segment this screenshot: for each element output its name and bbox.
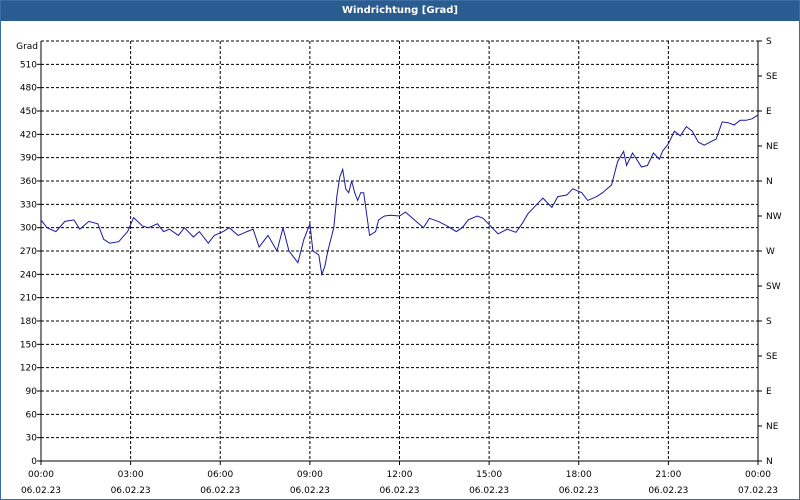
y-tick-label: 30 (26, 434, 38, 444)
x-tick-date-label: 06.02.23 (559, 486, 599, 496)
y2-tick-label: N (766, 177, 773, 187)
y2-tick-label: NE (766, 142, 779, 152)
chart-title: Windrichtung [Grad] (342, 5, 458, 16)
y-tick-label: 90 (26, 387, 38, 397)
y2-tick-label: E (766, 387, 772, 397)
y2-tick-label: S (766, 37, 772, 47)
title-bar: Windrichtung [Grad] (1, 1, 799, 21)
chart-window: Windrichtung [Grad] 0 30 60 90 120 150 180 210 2… (0, 0, 800, 500)
grid-lines (41, 40, 758, 461)
y-tick-label: 450 (20, 107, 37, 117)
x-tick-date-label: 06.02.23 (111, 486, 151, 496)
y-tick-label: 480 (20, 84, 37, 94)
y-tick-label: 150 (20, 340, 37, 350)
y-tick-label: 420 (20, 130, 37, 140)
x-tick-time-label: 09:00 (297, 470, 323, 480)
y-tick-label: 120 (20, 364, 37, 374)
wind-direction-chart: 0 30 60 90 120 150 180 210 240 270 300 330 360 390 420… (16, 37, 782, 496)
y2-tick-label: S (766, 317, 772, 327)
y-tick-label: 360 (20, 177, 37, 187)
y2-tick-label: SE (766, 352, 778, 362)
x-tick-time-label: 21:00 (655, 470, 681, 480)
y-tick-label: 240 (20, 270, 37, 280)
y2-tick-label: N (766, 457, 773, 467)
y2-tick-label: NW (766, 212, 782, 222)
y-tick-label: 180 (20, 317, 37, 327)
y-tick-label: 0 (31, 457, 37, 467)
y-tick-label: 300 (20, 224, 37, 234)
y2-tick-label: NE (766, 422, 779, 432)
x-tick-date-label: 06.02.23 (469, 486, 509, 496)
y2-tick-label: W (766, 247, 775, 257)
y-tick-label: 210 (20, 294, 37, 304)
y-axis-title: Grad (16, 42, 38, 52)
x-tick-date-label: 06.02.23 (200, 486, 240, 496)
x-tick-date-label: 06.02.23 (21, 486, 61, 496)
y2-tick-label: SW (766, 282, 781, 292)
y-tick-label: 330 (20, 200, 37, 210)
y2-tick-label: SE (766, 72, 778, 82)
y-tick-label: 510 (20, 60, 37, 70)
x-tick-time-label: 12:00 (387, 470, 413, 480)
x-tick-time-label: 00:00 (745, 470, 771, 480)
x-tick-time-label: 06:00 (207, 470, 233, 480)
y-tick-label: 270 (20, 247, 37, 257)
y-tick-label: 390 (20, 154, 37, 164)
x-tick-time-label: 03:00 (118, 470, 144, 480)
x-tick-date-label: 06.02.23 (648, 486, 688, 496)
y2-tick-label: E (766, 107, 772, 117)
x-tick-date-label: 06.02.23 (290, 486, 330, 496)
x-tick-date-label: 07.02.23 (738, 486, 778, 496)
x-tick-time-label: 15:00 (476, 470, 502, 480)
x-tick-date-label: 06.02.23 (379, 486, 419, 496)
y-tick-label: 60 (26, 410, 38, 420)
x-tick-time-label: 18:00 (566, 470, 592, 480)
x-tick-time-label: 00:00 (28, 470, 54, 480)
